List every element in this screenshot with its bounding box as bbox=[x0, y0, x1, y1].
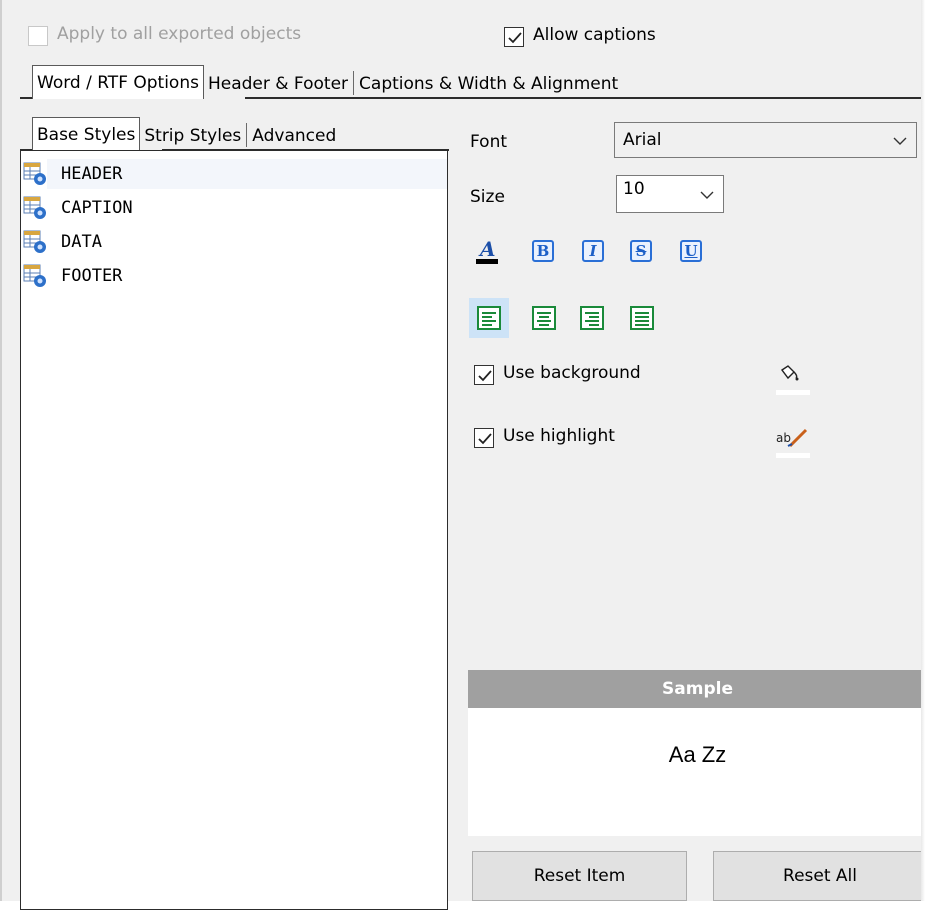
svg-text:A: A bbox=[478, 237, 496, 261]
main-tab-underline bbox=[20, 97, 32, 99]
sub-tabstrip: Base Styles Strip Styles Advanced bbox=[32, 117, 340, 151]
tree-item-footer[interactable]: FOOTER bbox=[21, 259, 447, 293]
style-table-icon bbox=[23, 162, 47, 186]
style-table-icon bbox=[23, 196, 47, 220]
tab-base-styles[interactable]: Base Styles bbox=[32, 117, 141, 151]
align-right-button[interactable] bbox=[580, 306, 604, 330]
fill-color-icon[interactable] bbox=[776, 364, 810, 386]
align-center-button[interactable] bbox=[532, 306, 556, 330]
tree-item-data[interactable]: DATA bbox=[21, 225, 447, 259]
tree-item-label: CAPTION bbox=[61, 198, 133, 218]
checkmark-icon bbox=[478, 433, 492, 445]
allow-captions-label: Allow captions bbox=[533, 25, 656, 45]
use-highlight-label: Use highlight bbox=[503, 426, 615, 446]
highlight-color-icon[interactable]: ab bbox=[776, 426, 810, 450]
tab-word-rtf-options[interactable]: Word / RTF Options bbox=[32, 65, 204, 99]
style-tree[interactable]: HEADER CAPTION DATA FOOTER bbox=[20, 150, 448, 910]
checkmark-icon bbox=[478, 370, 492, 382]
font-label: Font bbox=[470, 132, 508, 152]
italic-button[interactable]: I bbox=[582, 240, 604, 262]
style-table-icon bbox=[23, 230, 47, 254]
apply-all-checkbox[interactable] bbox=[28, 26, 48, 46]
tab-header-footer[interactable]: Header & Footer bbox=[204, 69, 352, 99]
size-select[interactable]: 10 bbox=[616, 175, 724, 213]
align-center-icon bbox=[532, 306, 556, 330]
window-edge bbox=[921, 0, 925, 901]
tree-item-label: HEADER bbox=[47, 159, 447, 189]
font-value: Arial bbox=[623, 130, 662, 150]
underline-button[interactable]: U bbox=[680, 240, 702, 262]
tree-item-label: DATA bbox=[61, 232, 102, 252]
tree-item-caption[interactable]: CAPTION bbox=[21, 191, 447, 225]
apply-all-label: Apply to all exported objects bbox=[57, 24, 302, 44]
tree-item-label: FOOTER bbox=[61, 266, 123, 286]
main-tabstrip: Word / RTF Options Header & Footer Capti… bbox=[32, 64, 622, 99]
reset-all-button[interactable]: Reset All bbox=[713, 851, 925, 901]
font-select[interactable]: Arial bbox=[614, 122, 917, 158]
main-tab-underline bbox=[245, 97, 925, 99]
tree-item-header[interactable]: HEADER bbox=[21, 157, 447, 191]
align-justify-icon bbox=[630, 306, 654, 330]
tab-strip-styles[interactable]: Strip Styles bbox=[140, 121, 245, 151]
checkmark-icon bbox=[508, 32, 522, 44]
reset-item-button[interactable]: Reset Item bbox=[472, 851, 687, 901]
font-color-icon[interactable]: A bbox=[472, 236, 502, 266]
align-left-button[interactable] bbox=[469, 298, 509, 338]
chevron-down-icon bbox=[700, 191, 714, 199]
strikeout-button[interactable]: S bbox=[630, 240, 652, 262]
use-background-label: Use background bbox=[503, 363, 641, 383]
style-table-icon bbox=[23, 264, 47, 288]
use-background-checkbox[interactable] bbox=[474, 365, 494, 385]
sample-header: Sample bbox=[468, 670, 925, 708]
align-left-icon bbox=[477, 306, 501, 330]
svg-text:ab: ab bbox=[776, 431, 791, 445]
sample-panel: Sample Aa Zz bbox=[468, 670, 925, 836]
align-justify-button[interactable] bbox=[630, 306, 654, 330]
tab-captions-width-alignment[interactable]: Captions & Width & Alignment bbox=[355, 69, 622, 99]
tab-separator bbox=[353, 71, 355, 95]
tab-advanced[interactable]: Advanced bbox=[248, 121, 340, 151]
allow-captions-checkbox[interactable] bbox=[504, 27, 524, 47]
use-highlight-checkbox[interactable] bbox=[474, 428, 494, 448]
export-options-window: Apply to all exported objects Allow capt… bbox=[0, 0, 925, 910]
size-value: 10 bbox=[623, 179, 645, 199]
align-right-icon bbox=[580, 306, 604, 330]
highlight-color-swatch bbox=[776, 453, 810, 458]
size-label: Size bbox=[470, 187, 505, 207]
bold-button[interactable]: B bbox=[532, 240, 554, 262]
chevron-down-icon bbox=[893, 137, 907, 145]
sample-text: Aa Zz bbox=[668, 742, 727, 767]
tab-separator bbox=[246, 123, 248, 147]
background-color-swatch bbox=[776, 390, 810, 395]
